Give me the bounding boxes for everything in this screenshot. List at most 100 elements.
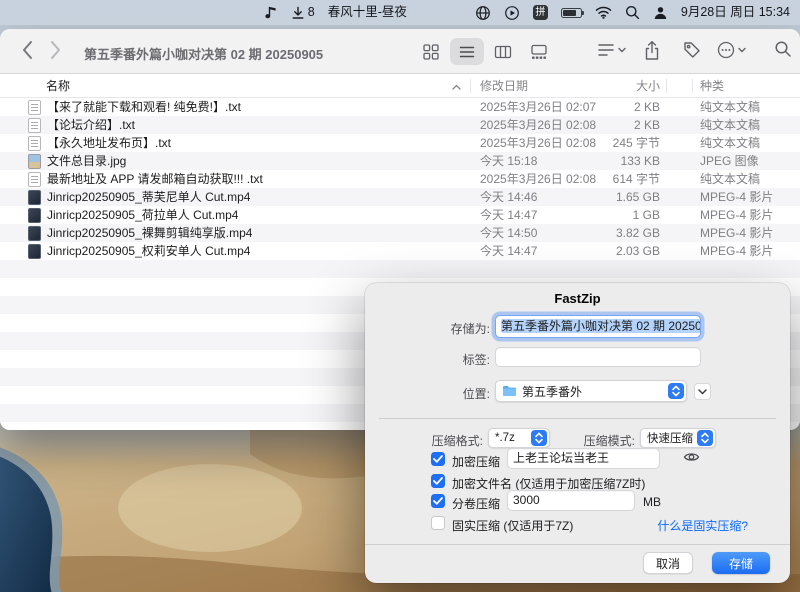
tags-field[interactable]	[495, 347, 701, 367]
format-value: *.7z	[495, 432, 527, 444]
table-row[interactable]: 文件总目录.jpg 今天 15:18 133 KB JPEG 图像	[0, 152, 800, 170]
column-separator[interactable]	[692, 79, 693, 93]
column-header-date[interactable]: 修改日期	[480, 79, 528, 93]
tag-icon[interactable]	[682, 40, 702, 60]
file-name: 文件总目录.jpg	[47, 152, 126, 170]
text-file-icon	[28, 100, 41, 115]
video-file-icon	[28, 190, 41, 205]
downloads-icon[interactable]: 8	[291, 0, 315, 25]
encrypt-filenames-checkbox[interactable]	[431, 474, 445, 488]
location-value: 第五季番外	[522, 383, 659, 400]
file-kind: MPEG-4 影片	[700, 224, 792, 242]
save-as-field[interactable]: 第五季番外篇小咖对决第 02 期 20250	[495, 315, 701, 338]
menu-clock[interactable]: 9月28日 周日 15:34	[681, 0, 790, 25]
share-icon[interactable]	[643, 40, 661, 61]
file-name: 【永久地址发布页】.txt	[47, 134, 171, 152]
file-kind: 纯文本文稿	[700, 170, 792, 188]
tags-label: 标签:	[405, 351, 490, 368]
table-row[interactable]: 【论坛介绍】.txt 2025年3月26日 02:08 2 KB 纯文本文稿	[0, 116, 800, 134]
table-row[interactable]: Jinricp20250905_蒂芙尼单人 Cut.mp4 今天 14:46 1…	[0, 188, 800, 206]
popup-stepper-icon	[531, 430, 547, 446]
group-by-button[interactable]	[596, 40, 626, 60]
file-kind: 纯文本文稿	[700, 134, 792, 152]
list-column-headers: 名称 修改日期 大小 种类	[0, 74, 800, 98]
list-view-button[interactable]	[450, 38, 484, 65]
file-kind: MPEG-4 影片	[700, 206, 792, 224]
finder-toolbar: 第五季番外篇小咖对决第 02 期 20250905	[0, 29, 800, 74]
text-file-icon	[28, 136, 41, 151]
globe-icon[interactable]	[475, 5, 491, 21]
gallery-view-button[interactable]	[522, 38, 556, 65]
file-size: 2.03 GB	[572, 242, 660, 260]
file-kind: MPEG-4 影片	[700, 188, 792, 206]
music-note-icon[interactable]	[265, 5, 278, 20]
user-icon[interactable]	[653, 5, 668, 20]
column-header-kind[interactable]: 种类	[700, 79, 724, 93]
password-value: 上老王论坛当老王	[513, 451, 609, 465]
window-title: 第五季番外篇小咖对决第 02 期 20250905	[84, 44, 323, 63]
file-name: Jinricp20250905_权莉安单人 Cut.mp4	[47, 242, 250, 260]
password-field[interactable]: 上老王论坛当老王	[507, 448, 660, 469]
popup-stepper-icon	[697, 430, 713, 446]
cancel-button[interactable]: 取消	[643, 552, 693, 574]
fastzip-dialog: FastZip 存储为: 第五季番外篇小咖对决第 02 期 20250 标签: …	[365, 283, 790, 583]
play-icon[interactable]	[504, 5, 520, 21]
wifi-icon[interactable]	[595, 6, 612, 19]
menu-bar: 8 春风十里-昼夜 拼 9月28日 周日 15:34	[0, 0, 800, 25]
file-name: 【论坛介绍】.txt	[47, 116, 135, 134]
save-button[interactable]: 存储	[712, 552, 770, 574]
file-name: Jinricp20250905_蒂芙尼单人 Cut.mp4	[47, 188, 250, 206]
table-row[interactable]: Jinricp20250905_权莉安单人 Cut.mp4 今天 14:47 2…	[0, 242, 800, 260]
split-size-field[interactable]: 3000	[507, 490, 635, 511]
more-options-button[interactable]	[716, 40, 746, 60]
toolbar-search-icon[interactable]	[774, 40, 792, 58]
column-header-size[interactable]: 大小	[575, 79, 660, 93]
column-separator[interactable]	[470, 79, 471, 93]
file-size: 614 字节	[572, 170, 660, 188]
column-view-button[interactable]	[486, 38, 520, 65]
table-row[interactable]: 最新地址及 APP 请发邮箱自动获取!!! .txt 2025年3月26日 02…	[0, 170, 800, 188]
video-file-icon	[28, 226, 41, 241]
video-file-icon	[28, 244, 41, 259]
file-size: 245 字节	[572, 134, 660, 152]
solid-compression-checkbox[interactable]	[431, 516, 445, 530]
dialog-title: FastZip	[365, 291, 790, 306]
file-size: 2 KB	[572, 98, 660, 116]
expand-dialog-button[interactable]	[694, 383, 711, 400]
input-method-icon[interactable]: 拼	[533, 5, 548, 20]
file-size: 133 KB	[572, 152, 660, 170]
download-count-badge: 8	[308, 0, 315, 25]
divider	[365, 544, 790, 545]
table-row[interactable]: 【永久地址发布页】.txt 2025年3月26日 02:08 245 字节 纯文…	[0, 134, 800, 152]
mode-popup[interactable]: 快速压缩	[640, 428, 716, 448]
file-kind: 纯文本文稿	[700, 116, 792, 134]
location-popup[interactable]: 第五季番外	[495, 380, 687, 402]
column-separator[interactable]	[666, 79, 667, 93]
format-label: 压缩格式:	[383, 432, 483, 449]
encrypt-checkbox[interactable]	[431, 452, 445, 466]
location-label: 位置:	[405, 385, 490, 402]
text-file-icon	[28, 118, 41, 133]
show-password-eye-icon[interactable]	[683, 451, 700, 466]
column-header-name[interactable]: 名称	[46, 79, 70, 93]
solid-compression-help-link[interactable]: 什么是固实压缩?	[657, 517, 748, 534]
format-popup[interactable]: *.7z	[488, 428, 550, 448]
video-file-icon	[28, 208, 41, 223]
forward-button[interactable]	[50, 40, 61, 60]
file-kind: MPEG-4 影片	[700, 242, 792, 260]
file-name: Jinricp20250905_裸舞剪辑纯享版.mp4	[47, 224, 252, 242]
file-kind: JPEG 图像	[700, 152, 792, 170]
battery-icon[interactable]	[561, 8, 582, 18]
file-name: 最新地址及 APP 请发邮箱自动获取!!! .txt	[47, 170, 263, 188]
back-button[interactable]	[22, 40, 33, 60]
icon-view-button[interactable]	[414, 38, 448, 65]
split-volume-label: 分卷压缩	[452, 495, 500, 512]
table-row[interactable]: 【来了就能下载和观看! 纯免费!】.txt 2025年3月26日 02:07 2…	[0, 98, 800, 116]
now-playing-text[interactable]: 春风十里-昼夜	[328, 0, 407, 25]
split-volume-checkbox[interactable]	[431, 494, 445, 508]
text-file-icon	[28, 172, 41, 187]
file-size: 2 KB	[572, 116, 660, 134]
search-icon[interactable]	[625, 5, 640, 20]
table-row[interactable]: Jinricp20250905_荷拉单人 Cut.mp4 今天 14:47 1 …	[0, 206, 800, 224]
table-row[interactable]: Jinricp20250905_裸舞剪辑纯享版.mp4 今天 14:50 3.8…	[0, 224, 800, 242]
